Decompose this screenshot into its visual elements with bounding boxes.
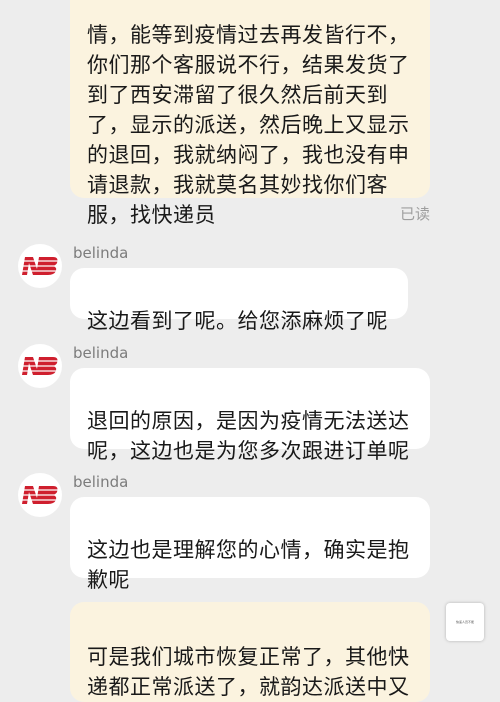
- new-balance-logo-icon: [21, 257, 59, 275]
- image-thumbnail[interactable]: 快递人员不能: [446, 603, 484, 641]
- agent-message-bubble: 这边也是理解您的心情，确实是抱 歉呢: [70, 497, 430, 592]
- user-message-bubble: 可是我们城市恢复正常了，其他快 递都正常派送了，就韵达派送中又: [70, 602, 430, 702]
- message-text: 退回的原因，是因为疫情无法送达 呢，这边也是为您多次跟进订单呢: [87, 409, 410, 463]
- new-balance-logo-icon: [21, 357, 59, 375]
- sender-name: belinda: [73, 473, 129, 491]
- message-text: 这边看到了呢。给您添麻烦了呢: [87, 309, 388, 333]
- message-text: 这边也是理解您的心情，确实是抱 歉呢: [87, 538, 410, 592]
- avatar[interactable]: [18, 473, 62, 517]
- new-balance-logo-icon: [21, 486, 59, 504]
- thumbnail-caption: 快递人员不能: [455, 620, 474, 624]
- agent-message-bubble: 这边看到了呢。给您添麻烦了呢: [70, 268, 408, 333]
- message-text: 可是我们城市恢复正常了，其他快 递都正常派送了，就韵达派送中又: [87, 645, 410, 699]
- user-message-bubble: 情，能等到疫情过去再发皆行不， 你们那个客服说不行，结果发货了 到了西安滞留了很…: [70, 0, 430, 227]
- read-status: 已读: [399, 205, 430, 223]
- sender-name: belinda: [73, 244, 129, 262]
- sender-name: belinda: [73, 344, 129, 362]
- avatar[interactable]: [18, 244, 62, 288]
- agent-message-bubble: 退回的原因，是因为疫情无法送达 呢，这边也是为您多次跟进订单呢: [70, 368, 430, 463]
- avatar[interactable]: [18, 344, 62, 388]
- message-text: 情，能等到疫情过去再发皆行不， 你们那个客服说不行，结果发货了 到了西安滞留了很…: [87, 23, 410, 227]
